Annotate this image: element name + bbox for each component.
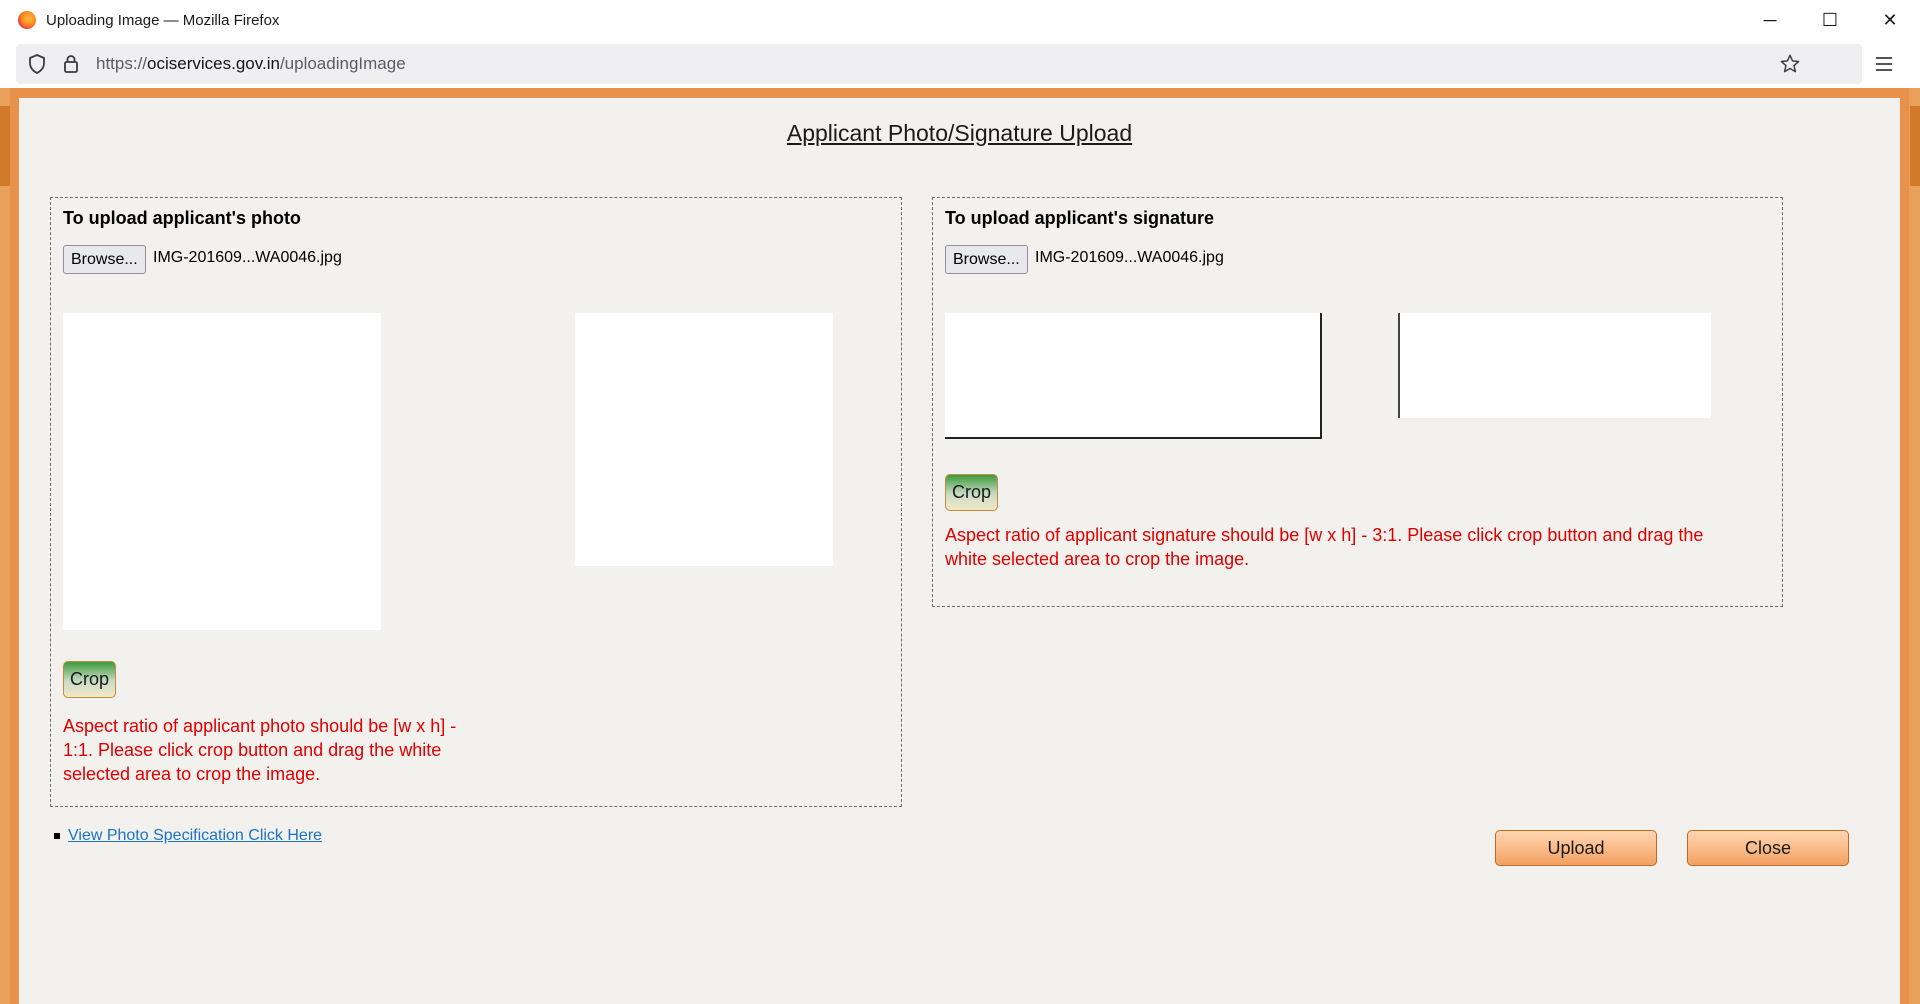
bookmark-star-icon[interactable] (1778, 52, 1802, 76)
photo-browse-button[interactable]: Browse... (63, 245, 146, 274)
signature-file-name: IMG-201609...WA0046.jpg (1035, 249, 1224, 266)
signature-preview[interactable] (945, 313, 1322, 439)
signature-upload-panel: To upload applicant's signature Browse..… (932, 197, 1783, 607)
close-button[interactable]: Close (1687, 830, 1849, 866)
signature-aspect-hint: Aspect ratio of applicant signature shou… (945, 525, 1704, 569)
navigation-toolbar: https://ociservices.gov.in/uploadingImag… (0, 40, 1920, 88)
signature-panel-heading: To upload applicant's signature (945, 208, 1214, 228)
signature-crop-button[interactable]: Crop (945, 474, 999, 511)
upload-modal: Applicant Photo/Signature Upload To uplo… (10, 88, 1909, 1004)
lock-icon[interactable] (62, 53, 80, 75)
photo-crop-preview (575, 313, 833, 566)
modal-content: Applicant Photo/Signature Upload To uplo… (19, 98, 1900, 1004)
left-edge-strip (0, 106, 10, 186)
close-window-button[interactable]: ✕ (1860, 0, 1920, 40)
signature-crop-preview (1398, 313, 1711, 418)
url-path: /uploadingImage (279, 54, 406, 73)
firefox-logo-icon (18, 11, 36, 29)
window-controls: ─ ☐ ✕ (1740, 0, 1920, 40)
photo-spec-item: View Photo Specification Click Here (54, 827, 322, 845)
photo-preview[interactable] (63, 313, 381, 630)
url-text[interactable]: https://ociservices.gov.in/uploadingImag… (96, 54, 406, 74)
photo-aspect-hint: Aspect ratio of applicant photo should b… (63, 716, 457, 784)
photo-upload-panel: To upload applicant's photo Browse... IM… (50, 197, 902, 807)
maximize-button[interactable]: ☐ (1800, 0, 1860, 40)
address-bar[interactable]: https://ociservices.gov.in/uploadingImag… (16, 44, 1892, 84)
photo-file-name: IMG-201609...WA0046.jpg (153, 249, 342, 266)
url-domain: ociservices.gov.in (147, 54, 280, 73)
signature-browse-button[interactable]: Browse... (945, 245, 1028, 274)
minimize-button[interactable]: ─ (1740, 0, 1800, 40)
bullet-icon (54, 833, 60, 839)
right-edge-strip (1910, 106, 1920, 186)
hamburger-menu-icon[interactable] (1870, 50, 1898, 78)
photo-crop-button[interactable]: Crop (63, 661, 117, 698)
window-title: Uploading Image — Mozilla Firefox (46, 11, 280, 29)
upload-button[interactable]: Upload (1495, 830, 1657, 866)
page-title: Applicant Photo/Signature Upload (786, 120, 1133, 146)
window-titlebar: Uploading Image — Mozilla Firefox ─ ☐ ✕ (0, 0, 1920, 40)
photo-spec-link[interactable]: View Photo Specification Click Here (68, 827, 322, 845)
url-scheme: https:// (96, 54, 148, 73)
photo-panel-heading: To upload applicant's photo (63, 208, 301, 228)
shield-icon[interactable] (26, 53, 48, 75)
